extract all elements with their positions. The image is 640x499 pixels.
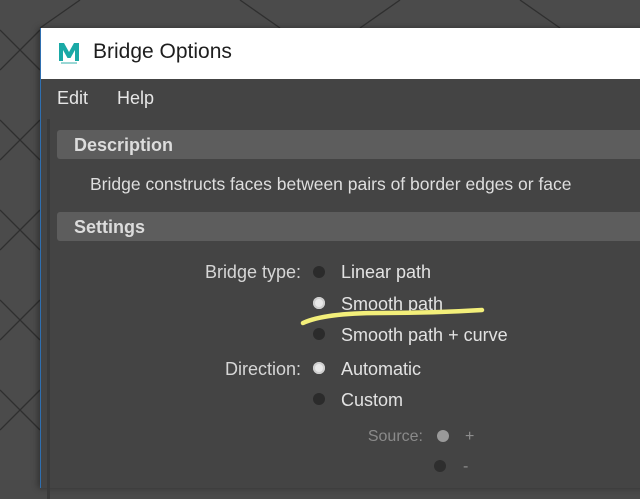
description-text: Bridge constructs faces between pairs of… [90,174,572,194]
option-source-minus[interactable]: - [463,458,468,476]
option-source-plus[interactable]: + [465,428,474,446]
radio-source-plus[interactable] [437,430,449,442]
bridge-type-label: Bridge type: [204,262,301,282]
settings-section-header[interactable]: Settings [57,212,640,241]
description-header-label: Description [74,135,174,155]
radio-linear-path[interactable] [313,266,325,278]
menu-help[interactable]: Help [117,88,154,109]
bridge-options-window: Bridge Options Edit Help Description Bri… [40,28,640,499]
title-bar[interactable]: Bridge Options [41,28,640,79]
radio-automatic[interactable] [313,362,325,374]
menu-bar: Edit Help [41,79,640,117]
radio-smooth-path-curve[interactable] [313,328,325,340]
menu-edit[interactable]: Edit [57,88,88,109]
radio-smooth-path[interactable] [313,297,325,309]
description-section-header[interactable]: Description [57,130,640,159]
option-linear-path[interactable]: Linear path [341,262,431,283]
radio-custom[interactable] [313,393,325,405]
option-automatic[interactable]: Automatic [341,359,421,380]
settings-header-label: Settings [74,217,146,237]
option-custom[interactable]: Custom [341,390,403,411]
panel-gutter [47,119,50,499]
option-smooth-path[interactable]: Smooth path [341,294,443,315]
option-smooth-path-curve[interactable]: Smooth path + curve [341,325,508,346]
window-title: Bridge Options [93,40,232,63]
direction-label: Direction: [224,359,301,379]
source-label: Source: [367,428,423,445]
maya-icon [56,39,82,65]
radio-source-minus[interactable] [434,460,446,472]
